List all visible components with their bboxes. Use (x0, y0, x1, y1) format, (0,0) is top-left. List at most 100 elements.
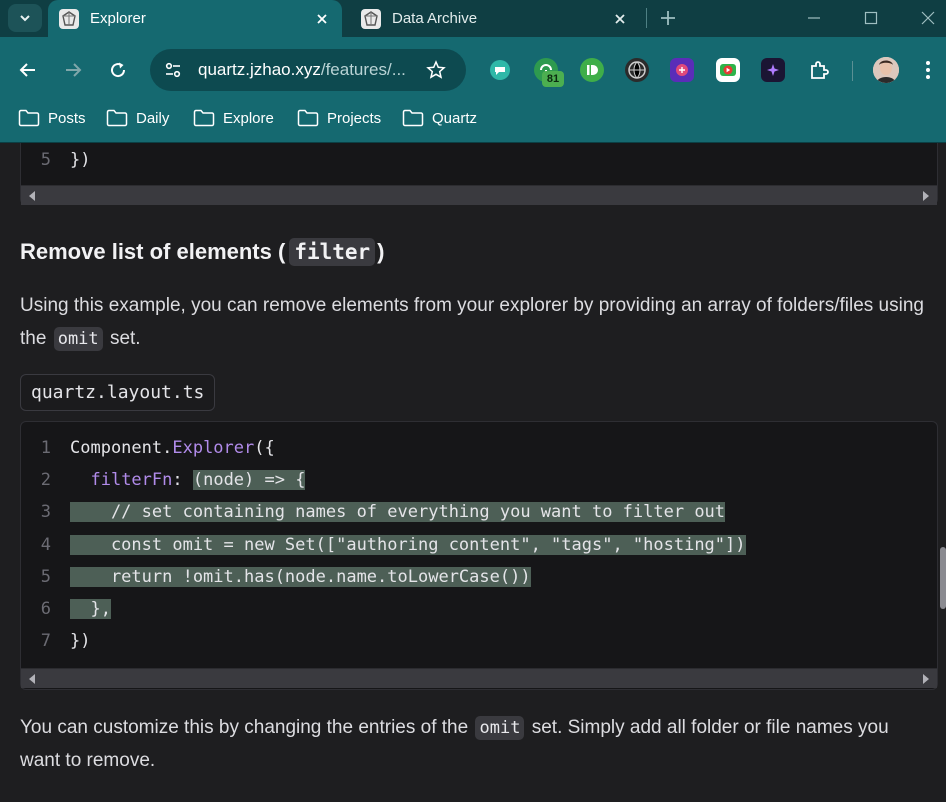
arrow-right-icon (66, 63, 82, 77)
paragraph-text: Using this example, you can remove eleme… (20, 295, 924, 349)
folder-icon (18, 109, 40, 127)
scroll-left-arrow-icon[interactable] (29, 191, 35, 201)
code-text: // set containing names of everything yo… (70, 502, 726, 522)
bookmark-posts[interactable]: Posts (18, 104, 86, 132)
code-token: : (172, 470, 193, 490)
folder-icon (402, 109, 424, 127)
url-text: quartz.jzhao.xyz/features/... (198, 60, 406, 80)
code-horizontal-scrollbar[interactable] (21, 668, 937, 688)
code-block: 1 Component.Explorer({ 2 filterFn: (node) … (20, 421, 938, 690)
web-extension-icon[interactable] (625, 58, 649, 82)
arrow-left-icon (19, 63, 35, 77)
forward-button[interactable] (57, 54, 89, 86)
plus-icon (661, 11, 675, 25)
section-heading: Remove list of elements (filter) (20, 238, 385, 266)
tab-data-archive[interactable]: Data Archive (350, 0, 640, 37)
page-vertical-scrollbar[interactable] (938, 143, 946, 802)
inline-code: omit (53, 327, 103, 351)
pushbullet-extension-icon[interactable] (580, 58, 604, 82)
sparkle-extension-icon[interactable] (761, 58, 785, 82)
back-button[interactable] (12, 54, 44, 86)
minimize-icon (808, 17, 820, 19)
code-keyword: Explorer (172, 438, 255, 458)
video-extension-icon[interactable] (716, 58, 740, 82)
inline-code: omit (475, 716, 525, 740)
code-selection: (node) => { (192, 470, 306, 490)
quartz-favicon-icon (59, 8, 79, 29)
paragraph-text: You can customize this by changing the e… (20, 717, 469, 738)
code-text: const omit = new Set(["authoring content… (70, 535, 746, 555)
extension-badge: 81 (542, 71, 564, 87)
folder-icon (297, 109, 319, 127)
minimize-button[interactable] (802, 6, 826, 30)
bookmark-label: Quartz (432, 109, 478, 127)
line-number: 2 (40, 470, 51, 490)
reload-button[interactable] (102, 54, 134, 86)
code-token: Component. (70, 438, 173, 458)
chat-extension-icon[interactable] (488, 58, 512, 82)
site-info-icon[interactable] (160, 57, 186, 83)
bookmark-daily[interactable]: Daily (106, 104, 169, 132)
line-number: 5 (40, 150, 51, 170)
tab-title: Data Archive (392, 10, 478, 27)
close-icon[interactable] (311, 8, 333, 30)
new-tab-button[interactable] (656, 6, 680, 30)
brain-extension-icon[interactable] (670, 58, 694, 82)
maximize-button[interactable] (859, 6, 883, 30)
folder-icon (193, 109, 215, 127)
toolbar-divider (852, 61, 853, 81)
tab-explorer[interactable]: Explorer (48, 0, 342, 37)
folder-icon (106, 109, 128, 127)
code-selection: return !omit.has(node.name.toLowerCase()… (70, 567, 531, 587)
scroll-left-arrow-icon[interactable] (29, 674, 35, 684)
line-number: 5 (40, 567, 51, 587)
tab-search-button[interactable] (8, 4, 42, 32)
scroll-right-arrow-icon[interactable] (923, 191, 929, 201)
code-token: }) (70, 631, 91, 651)
bookmark-label: Explore (223, 109, 274, 127)
line-number: 1 (40, 438, 51, 458)
bookmark-label: Posts (48, 109, 86, 127)
code-text: Component.Explorer({ (70, 438, 275, 458)
code-text: filterFn: (node) => { (70, 470, 306, 490)
scrollbar-thumb[interactable] (940, 547, 946, 609)
code-text: }) (70, 631, 90, 651)
code-token: ({ (254, 438, 275, 458)
tab-separator (646, 8, 647, 28)
paragraph-text: set. (109, 328, 141, 349)
url-path: /features/... (320, 60, 406, 79)
browser-menu-button[interactable] (912, 54, 944, 86)
url-host: quartz.jzhao.xyz (198, 60, 321, 79)
bookmark-quartz[interactable]: Quartz (402, 104, 477, 132)
close-icon[interactable] (609, 8, 631, 30)
maximize-icon (864, 11, 878, 25)
tab-strip: Explorer Data Archive (0, 0, 946, 37)
window-close-button[interactable] (916, 6, 940, 30)
code-filename: quartz.layout.ts (20, 374, 216, 411)
heading-text-end: ) (377, 239, 385, 264)
code-text: }) (70, 150, 91, 170)
bookmark-projects[interactable]: Projects (297, 104, 381, 132)
more-vert-icon (926, 61, 930, 79)
page-content: 5 }) Remove list of elements (filter) Us… (0, 143, 946, 802)
heading-inline-code: filter (289, 238, 376, 266)
extensions-puzzle-icon[interactable] (807, 58, 831, 82)
bookmark-star-icon[interactable] (424, 58, 448, 82)
code-keyword: filterFn (90, 470, 173, 490)
outro-paragraph: You can customize this by changing the e… (20, 711, 930, 777)
line-number: 4 (40, 535, 51, 555)
code-block-previous: 5 }) (20, 143, 938, 205)
code-text: return !omit.has(node.name.toLowerCase()… (70, 567, 531, 587)
close-icon (921, 11, 935, 25)
avatar[interactable] (873, 57, 899, 83)
quartz-favicon-icon (361, 8, 381, 29)
scroll-right-arrow-icon[interactable] (923, 674, 929, 684)
heading-text: Remove list of elements ( (20, 239, 286, 264)
line-number: 6 (40, 599, 51, 619)
address-bar[interactable]: quartz.jzhao.xyz/features/... (150, 49, 466, 91)
bookmark-explore[interactable]: Explore (193, 104, 274, 132)
chevron-down-icon (20, 15, 30, 22)
line-number: 7 (40, 631, 51, 651)
code-horizontal-scrollbar[interactable] (21, 185, 937, 205)
